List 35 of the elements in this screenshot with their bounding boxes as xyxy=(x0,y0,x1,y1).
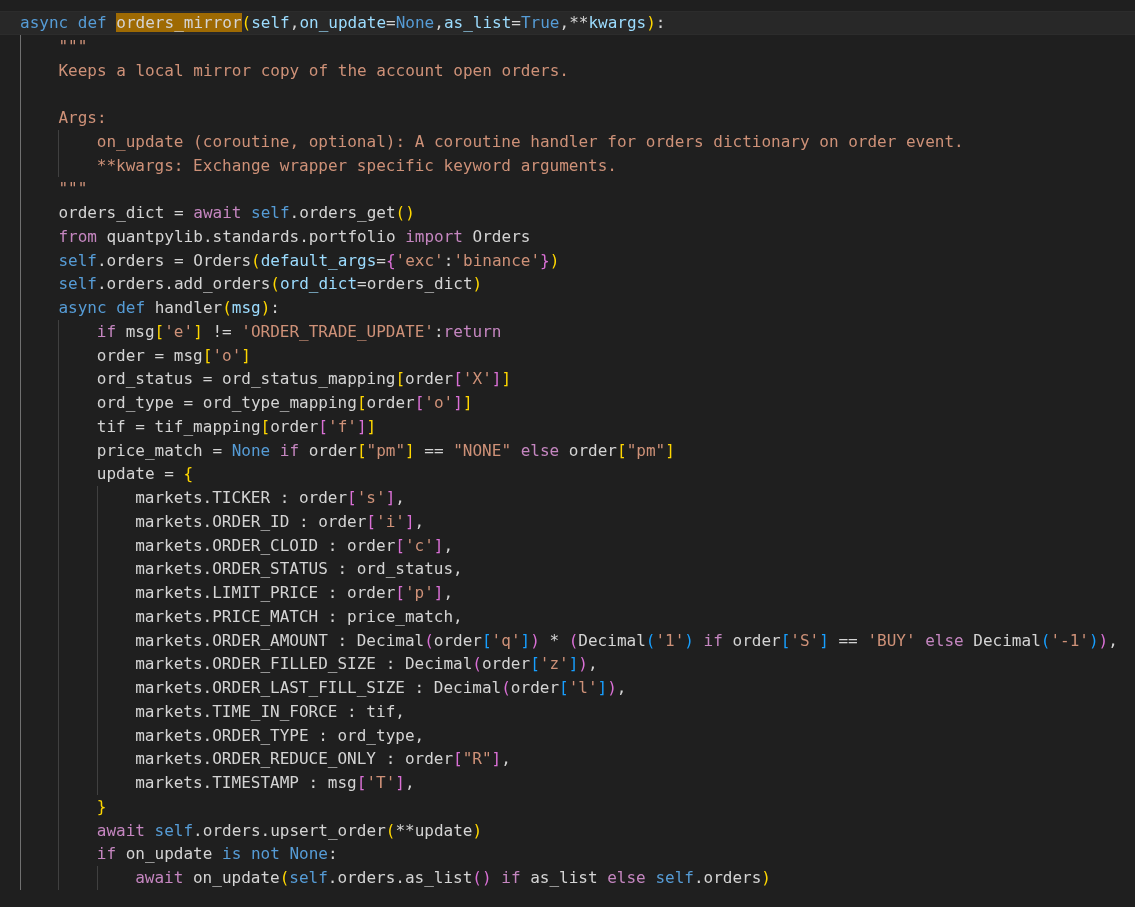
code-line: self.orders = Orders(default_args={'exc':'binance'}) xyxy=(57,249,560,272)
code-line: Args: xyxy=(57,107,107,129)
code-line: **kwargs: Exchange wrapper specific keyword arguments. xyxy=(95,154,617,177)
code-line: if on_update is not None: xyxy=(95,843,338,866)
code-line: markets.ORDER_TYPE : ord_type, xyxy=(134,724,425,747)
code-line: price_match = None if order["pm"] == "NONE" else order["pm"] xyxy=(95,439,675,462)
code-line: markets.TIMESTAMP : msg['T'], xyxy=(134,772,415,794)
code-line: tif = tif_mapping[order['f']] xyxy=(95,415,377,438)
code-line: } xyxy=(95,795,107,818)
code-line: order = msg['o'] xyxy=(95,344,251,367)
code-line: ord_status = ord_status_mapping[order['X']] xyxy=(95,368,512,391)
code-line: markets.PRICE_MATCH : price_match, xyxy=(134,605,463,628)
code-line: """ xyxy=(57,178,88,201)
code-line: markets.ORDER_FILLED_SIZE : Decimal(order['z']), xyxy=(134,653,598,676)
code-line: markets.TICKER : order['s'], xyxy=(134,487,405,509)
code-line: on_update (coroutine, optional): A coroutine handler for orders dictionary on order event. xyxy=(95,130,964,153)
code-line: markets.LIMIT_PRICE : order['p'], xyxy=(134,582,454,604)
code-line: markets.TIME_IN_FORCE : tif, xyxy=(134,700,405,723)
code-line: markets.ORDER_REDUCE_ONLY : order["R"], xyxy=(134,748,511,771)
code-line: markets.ORDER_ID : order['i'], xyxy=(134,510,425,533)
code-line: self.orders.add_orders(ord_dict=orders_dict) xyxy=(57,273,483,296)
code-line: async def handler(msg): xyxy=(57,297,280,319)
code-line: markets.ORDER_STATUS : ord_status, xyxy=(134,558,463,581)
code-line: orders_dict = await self.orders_get() xyxy=(57,202,415,224)
code-line: await self.orders.upsert_order(**update) xyxy=(95,819,483,842)
code-line: await on_update(self.orders.as_list() if as_list else self.orders) xyxy=(134,867,771,889)
code-line: markets.ORDER_CLOID : order['c'], xyxy=(134,534,454,557)
code-line: from quantpylib.standards.portfolio import Orders xyxy=(57,225,531,248)
code-line: """ xyxy=(57,35,88,58)
code-line: if msg['e'] != 'ORDER_TRADE_UPDATE':return xyxy=(95,320,502,343)
code-line: markets.ORDER_LAST_FILL_SIZE : Decimal(order['l']), xyxy=(134,677,627,699)
code-line: markets.ORDER_AMOUNT : Decimal(order['q']) * (Decimal('1') if order['S'] == 'BUY' else Decimal('-1')), xyxy=(134,629,1118,652)
code-line: ord_type = ord_type_mapping[order['o']] xyxy=(95,392,473,414)
code-line: Keeps a local mirror copy of the account open orders. xyxy=(57,59,569,82)
code-line: update = { xyxy=(95,463,194,486)
